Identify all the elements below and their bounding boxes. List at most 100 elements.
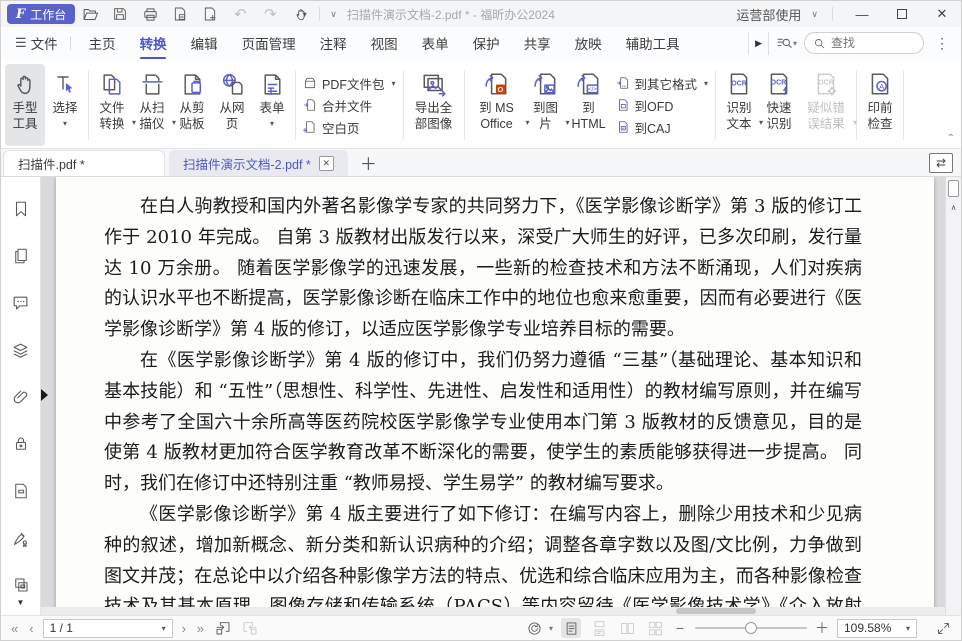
doc-tab-2-active[interactable]: 扫描件演示文档-2.pdf * ✕ (169, 150, 348, 176)
close-button[interactable]: ✕ (927, 2, 957, 26)
zoom-slider-thumb[interactable] (745, 622, 757, 634)
zoom-out-button[interactable]: − (673, 620, 687, 636)
select-button[interactable]: 选择▾ (45, 64, 85, 146)
pdf-page[interactable]: 在白人驹教授和国内外著名影像学专家的共同努力下，《医学影像诊断学》第 3 版的修… (56, 177, 934, 615)
blank-page-button[interactable]: 空白页 (303, 118, 396, 137)
tab-protect[interactable]: 保护 (461, 25, 512, 61)
layers-panel-button[interactable] (11, 340, 31, 360)
document-viewport[interactable]: 在白人驹教授和国内外著名影像学专家的共同努力下，《医学影像诊断学》第 3 版的修… (41, 177, 945, 615)
print-button[interactable] (135, 2, 165, 26)
tab-share[interactable]: 共享 (512, 25, 563, 61)
horizontal-scrollbar[interactable] (41, 607, 945, 615)
account-label[interactable]: 运营部使用 (736, 5, 801, 24)
panel-expand-handle[interactable] (41, 389, 48, 401)
convert-files-button[interactable]: 文件转换▾ (92, 64, 132, 146)
continuous-view-button[interactable] (589, 618, 609, 638)
add-page-button[interactable] (195, 2, 225, 26)
bookmarks-panel-button[interactable] (11, 199, 31, 219)
single-page-view-button[interactable] (561, 618, 581, 638)
from-scanner-button[interactable]: 从扫描仪▾ (132, 64, 172, 146)
file-menu[interactable]: 文件 (31, 33, 58, 53)
zoom-level-dropdown[interactable]: 109.58% ▾ (837, 619, 917, 638)
to-ofd-button[interactable]: 到OFD (616, 96, 709, 115)
doc-tab-1[interactable]: 扫描件.pdf * (3, 150, 165, 176)
save-button[interactable] (105, 2, 135, 26)
next-page-button[interactable]: › (180, 621, 188, 636)
hamburger-menu-icon[interactable]: ☰ (15, 35, 27, 51)
fullscreen-button[interactable] (933, 618, 953, 638)
account-chevron-down-icon[interactable]: ∨ (811, 9, 818, 20)
tab-close-icon[interactable]: ✕ (319, 156, 334, 171)
search-box[interactable] (804, 32, 924, 54)
to-image-button[interactable]: 到图片▾ (526, 64, 566, 146)
scroll-up-arrow[interactable]: ∧ (946, 203, 961, 212)
form-button[interactable]: 表单▾ (252, 64, 292, 146)
next-view-button[interactable] (240, 618, 260, 638)
facing-continuous-view-button[interactable] (645, 618, 665, 638)
to-other-formats-button[interactable]: 到其它格式▾ (616, 74, 709, 93)
collapse-ribbon-button[interactable]: ⌃ (947, 133, 955, 144)
preflight-button[interactable]: A 印前检查 (860, 64, 900, 146)
security-panel-button[interactable] (11, 434, 31, 454)
search-input[interactable] (831, 36, 911, 50)
first-page-button[interactable]: « (9, 621, 20, 636)
hand-quick-tool-button[interactable]: ▾ (285, 2, 315, 26)
workspace-button[interactable]: F 工作台 (7, 4, 75, 24)
tab-home[interactable]: 主页 (77, 25, 128, 61)
to-ms-office-button[interactable]: O 到 MS Office▾ (468, 64, 526, 146)
open-file-button[interactable] (75, 2, 105, 26)
rotate-chevron-down-icon[interactable]: ▾ (549, 624, 553, 633)
ribbon-overflow-arrow[interactable]: ▶ (748, 32, 769, 55)
divider (715, 70, 716, 140)
comments-panel-button[interactable] (11, 293, 31, 313)
facing-view-button[interactable] (617, 618, 637, 638)
hand-tool-button[interactable]: 手型工具 (5, 64, 45, 146)
horizontal-scroll-thumb[interactable] (676, 608, 756, 614)
recognize-text-button[interactable]: OCR 识别文本▾ (719, 64, 759, 146)
previous-page-button[interactable]: ‹ (27, 621, 35, 636)
from-web-button[interactable]: 从网页 (212, 64, 252, 146)
rotate-view-button[interactable] (525, 618, 545, 638)
undo-button[interactable]: ↶ (225, 2, 255, 26)
chevron-down-icon: ▾ (793, 39, 797, 48)
new-tab-button[interactable]: ＋ (348, 150, 389, 175)
tab-view[interactable]: 视图 (359, 25, 410, 61)
switch-tabs-icon[interactable]: ⇄ (929, 153, 953, 173)
page-number-dropdown[interactable]: 1 / 1 ▾ (43, 619, 173, 638)
to-html-button[interactable]: </> 到 HTML (566, 64, 612, 146)
pages-panel-button[interactable] (11, 246, 31, 266)
last-page-button[interactable]: » (195, 621, 206, 636)
doc-with-minus-icon[interactable] (165, 2, 195, 26)
previous-view-button[interactable] (213, 618, 233, 638)
pdf-portfolio-button[interactable]: PDF文件包▾ (303, 74, 396, 93)
combine-files-button[interactable]: 合并文件 (303, 96, 396, 115)
tab-accessibility[interactable]: 辅助工具 (614, 25, 692, 61)
portfolio-icon (303, 76, 317, 90)
zoom-in-button[interactable]: ＋ (815, 618, 829, 638)
combine-files-icon (303, 98, 317, 112)
quick-recognize-button[interactable]: OCR 快速识别 (759, 64, 799, 146)
title-chevron-down-icon[interactable]: ∨ (330, 9, 337, 20)
redo-button[interactable]: ↷ (255, 2, 285, 26)
tab-edit[interactable]: 编辑 (179, 25, 230, 61)
export-all-images-button[interactable]: 导出全部图像 (407, 64, 461, 146)
to-caj-button[interactable]: 到CAJ (616, 118, 709, 137)
sidebar-more-button[interactable]: ▼ (17, 598, 25, 607)
vertical-scroll-thumb[interactable] (948, 180, 959, 197)
destinations-panel-button[interactable] (11, 481, 31, 501)
search-commands-button[interactable]: ▾ (776, 35, 797, 52)
minimize-button[interactable]: — (847, 2, 877, 26)
from-clipboard-button[interactable]: 从剪贴板 (172, 64, 212, 146)
tab-convert[interactable]: 转换 (128, 25, 179, 61)
tab-page-management[interactable]: 页面管理 (230, 25, 308, 61)
fields-panel-button[interactable] (11, 575, 31, 595)
tab-present[interactable]: 放映 (563, 25, 614, 61)
maximize-button[interactable] (887, 2, 917, 26)
tab-comment[interactable]: 注释 (308, 25, 359, 61)
attachments-panel-button[interactable] (11, 387, 31, 407)
vertical-scrollbar[interactable]: ∧ (945, 177, 961, 615)
more-options-icon[interactable]: ⋮ (931, 35, 953, 52)
signatures-panel-button[interactable] (11, 528, 31, 548)
tab-form[interactable]: 表单 (410, 25, 461, 61)
zoom-slider[interactable] (695, 621, 807, 635)
